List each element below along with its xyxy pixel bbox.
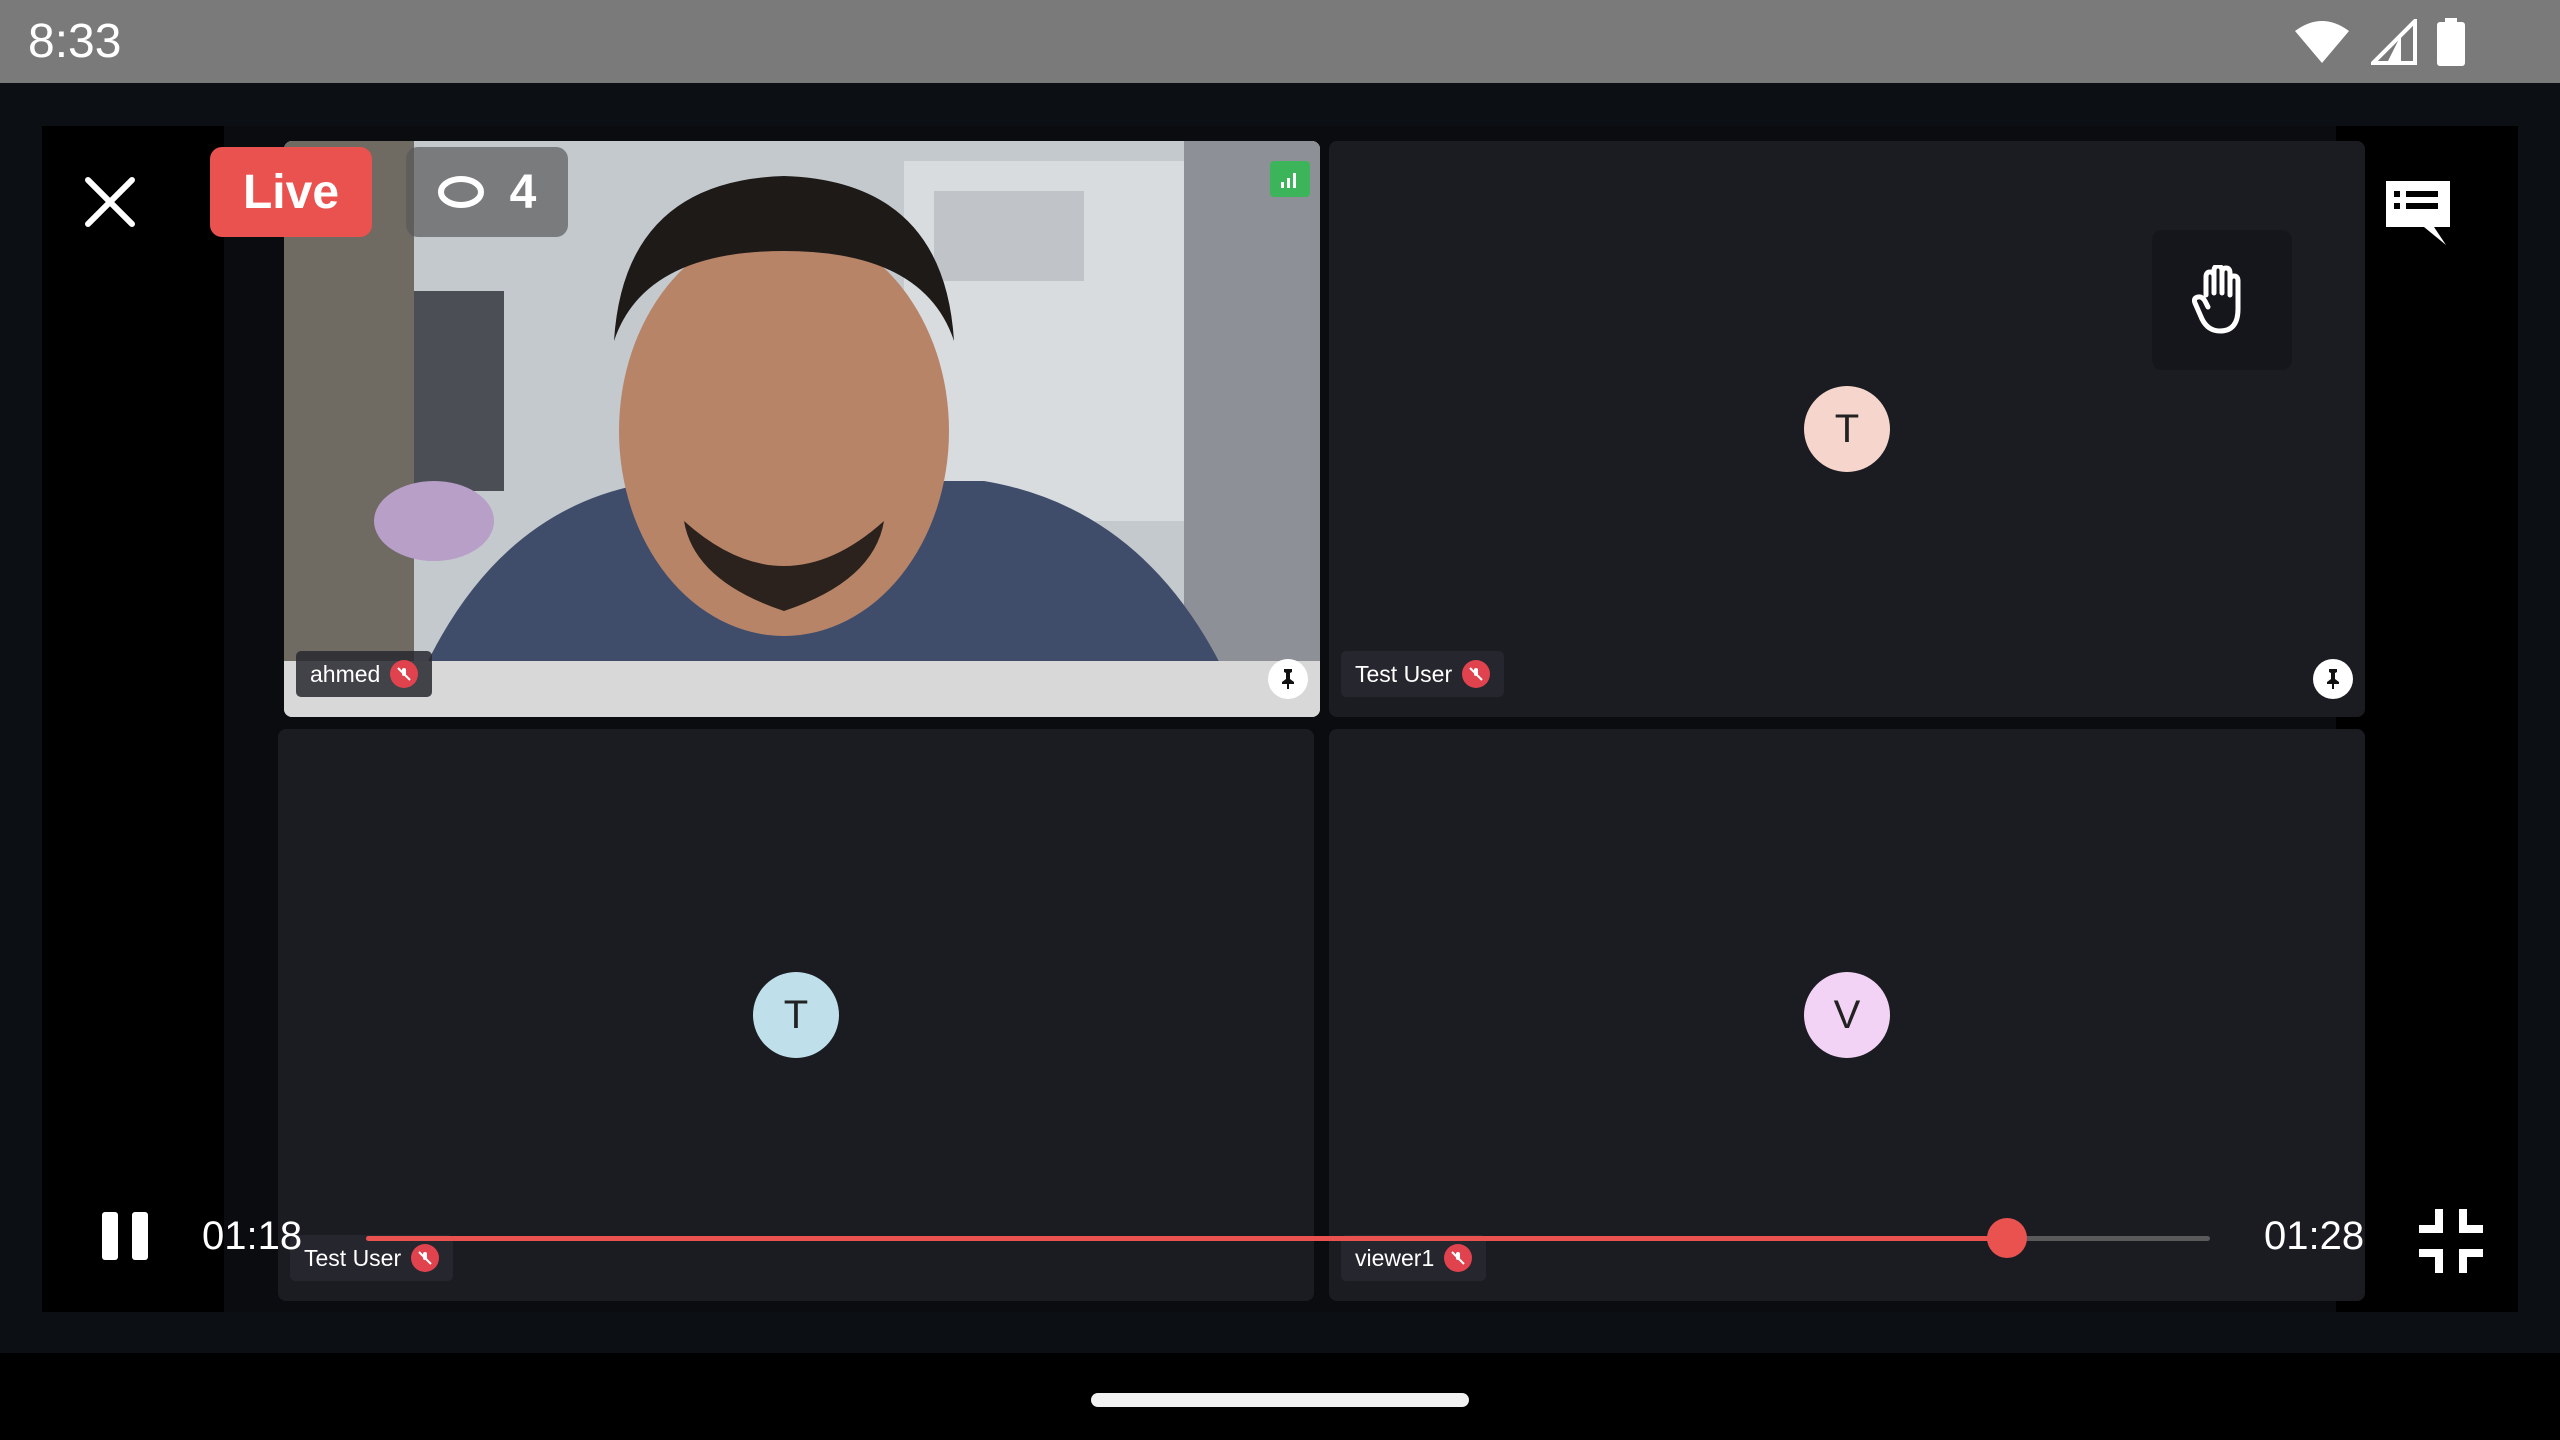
participant-tile-test-user[interactable]: T Test User [1329, 141, 2365, 717]
total-time: 01:28 [2264, 1214, 2365, 1258]
participant-name-tag: Test User [290, 1235, 454, 1281]
mic-off-icon [1462, 660, 1491, 688]
seek-thumb[interactable] [1987, 1218, 2028, 1258]
pause-icon[interactable] [100, 1210, 152, 1262]
participant-tile-viewer1[interactable]: V viewer1 [1329, 729, 2365, 1301]
status-time: 8:33 [28, 15, 122, 68]
mic-off-icon [1444, 1244, 1473, 1272]
meeting-grid: ahmed T Test User T Test User V viewer1 [224, 126, 2365, 1312]
pin-icon[interactable] [2313, 659, 2353, 699]
participant-avatar: T [1804, 386, 1890, 472]
cell-signal-icon [2371, 19, 2417, 65]
navigation-bar [0, 1353, 2560, 1440]
network-quality-indicator [1270, 161, 1310, 197]
participant-avatar: V [1804, 972, 1890, 1058]
raise-hand-button[interactable] [2152, 230, 2292, 370]
mic-off-icon [390, 660, 419, 688]
battery-icon [2437, 18, 2465, 66]
live-badge: Live [210, 147, 372, 237]
wifi-icon [2295, 21, 2349, 63]
participant-tile-test-user-2[interactable]: T Test User [278, 729, 1314, 1301]
participant-avatar: T [753, 972, 839, 1058]
participant-name: Test User [1355, 660, 1453, 687]
close-icon[interactable] [80, 172, 140, 232]
stream-stage: ahmed T Test User T Test User V viewer1 [0, 83, 2560, 1353]
participant-name: Test User [304, 1244, 402, 1271]
participant-name-tag: ahmed [296, 651, 433, 697]
pin-icon[interactable] [1268, 659, 1308, 699]
participant-name-tag: Test User [1341, 651, 1505, 697]
raise-hand-icon [2192, 265, 2241, 334]
participant-name-tag: viewer1 [1341, 1235, 1487, 1281]
status-icons [2293, 18, 2465, 66]
viewer-count: 4 [509, 165, 537, 219]
eye-icon [437, 176, 484, 208]
seek-bar[interactable] [366, 1218, 2210, 1258]
viewer-count-badge: 4 [406, 147, 568, 237]
status-bar: 8:33 [0, 0, 2560, 83]
seek-progress [366, 1236, 2008, 1241]
exit-fullscreen-icon[interactable] [2415, 1205, 2487, 1277]
participant-name: viewer1 [1355, 1244, 1435, 1271]
mic-off-icon [411, 1244, 440, 1272]
home-gesture-bar[interactable] [1091, 1393, 1469, 1407]
current-time: 01:18 [202, 1214, 303, 1258]
participant-name: ahmed [310, 660, 381, 687]
chat-icon[interactable] [2380, 175, 2456, 251]
video-player[interactable]: ahmed T Test User T Test User V viewer1 [42, 126, 2518, 1312]
signal-bars-icon [1281, 173, 1296, 188]
